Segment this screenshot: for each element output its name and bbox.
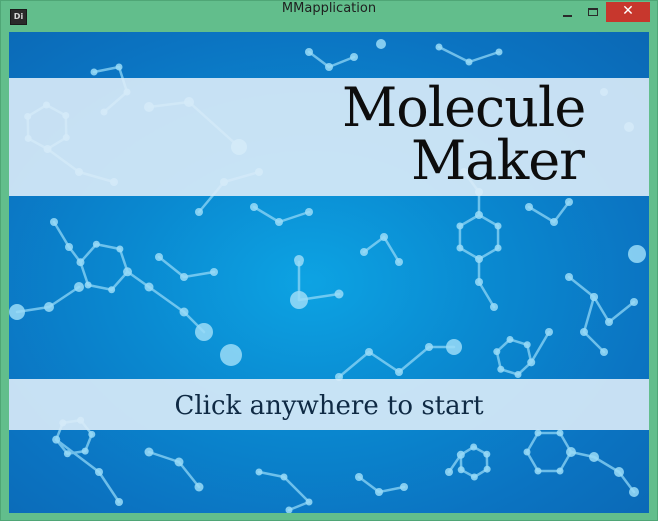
- application-window: Di MMapplication ✕ Molecule Maker Click …: [0, 0, 658, 521]
- splash-screen[interactable]: Molecule Maker Click anywhere to start: [9, 32, 649, 513]
- start-prompt[interactable]: Click anywhere to start: [9, 391, 649, 421]
- maximize-button[interactable]: [581, 2, 605, 22]
- title-bar[interactable]: Di MMapplication ✕: [1, 1, 657, 32]
- minimize-button[interactable]: [555, 2, 581, 22]
- close-button[interactable]: ✕: [606, 2, 650, 22]
- app-title-line2: Maker: [411, 129, 585, 192]
- app-title-line1: Molecule: [342, 76, 586, 139]
- app-icon[interactable]: Di: [10, 9, 27, 25]
